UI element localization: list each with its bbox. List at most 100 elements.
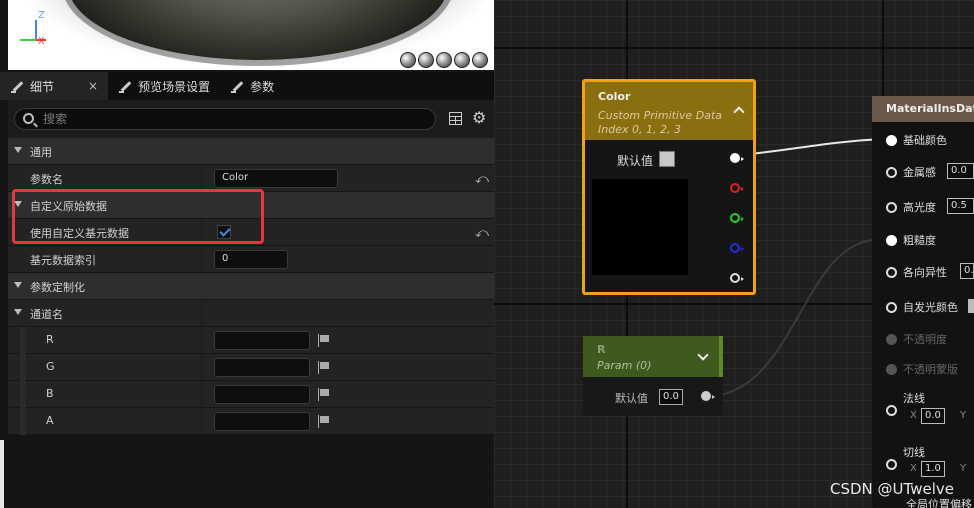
input-label: 高光度 — [903, 201, 936, 214]
channel-b-field[interactable] — [214, 385, 310, 404]
preview-plane-button[interactable] — [436, 52, 452, 68]
search-input[interactable] — [43, 111, 423, 127]
tab-parameters[interactable]: 参数 — [220, 72, 284, 100]
table-view-icon[interactable] — [449, 112, 462, 125]
input-pin[interactable] — [886, 234, 897, 246]
material-result-node[interactable]: MaterialInsData 基础颜色 金属感 0.0 高光度 0.5 粗糙度… — [872, 96, 974, 508]
input-pin[interactable] — [886, 458, 897, 470]
metallic-value-field[interactable]: 0.0 — [947, 163, 974, 179]
flag-icon[interactable] — [318, 415, 330, 428]
panel-tab-bar: 细节 × 预览场景设置 参数 — [0, 72, 494, 100]
column-divider[interactable] — [201, 165, 202, 192]
column-divider[interactable] — [201, 408, 202, 435]
input-normal[interactable]: 法线 — [886, 392, 925, 418]
indent-gutter — [20, 408, 26, 435]
param-name-field[interactable]: Color — [214, 169, 338, 188]
input-specular[interactable]: 高光度 — [886, 199, 936, 215]
reset-arrow-icon[interactable]: ⤺ — [475, 172, 489, 187]
primitive-index-field[interactable]: 0 — [214, 250, 288, 269]
node-subtitle-index: Index 0, 1, 2, 3 — [598, 123, 681, 136]
input-pin — [886, 363, 897, 375]
channel-r-field[interactable] — [214, 331, 310, 350]
tab-preview-label: 预览场景设置 — [138, 79, 211, 94]
column-divider[interactable] — [201, 327, 202, 354]
input-pin[interactable] — [886, 301, 897, 313]
color-parameter-node[interactable]: Color Custom Primitive Data Index 0, 1, … — [582, 79, 756, 295]
node-subtitle: Custom Primitive Data — [598, 109, 723, 122]
collapse-triangle-icon — [14, 282, 22, 288]
material-graph[interactable]: Color Custom Primitive Data Index 0, 1, … — [494, 0, 974, 508]
chevron-up-icon[interactable] — [733, 106, 745, 118]
input-opacity: 不透明度 — [886, 331, 947, 347]
input-pin — [886, 333, 897, 345]
search-icon — [23, 113, 34, 124]
search-row: ⚙ — [8, 100, 494, 138]
close-icon[interactable]: × — [88, 79, 98, 93]
input-pin[interactable] — [886, 266, 897, 278]
preview-cylinder-button[interactable] — [400, 52, 416, 68]
tab-details[interactable]: 细节 × — [0, 72, 109, 100]
search-box[interactable] — [14, 108, 436, 130]
anisotropy-value-field[interactable]: 0. — [960, 263, 974, 279]
output-pin-g[interactable] — [730, 213, 744, 223]
default-color-swatch[interactable] — [659, 151, 675, 167]
preview-sphere-button[interactable] — [418, 52, 434, 68]
output-pin[interactable] — [701, 391, 715, 401]
output-pin-r[interactable] — [730, 183, 744, 193]
pencil-icon — [230, 79, 244, 93]
output-pin-rgba[interactable] — [730, 153, 744, 163]
column-divider[interactable] — [201, 300, 202, 327]
tangent-x-field[interactable]: 1.0 — [921, 461, 945, 477]
indent-gutter — [20, 327, 26, 354]
preview-mesh-button[interactable] — [472, 52, 488, 68]
channel-names-row[interactable]: 通道名 — [8, 300, 494, 327]
category-param-customization[interactable]: 参数定制化 — [8, 273, 494, 300]
normal-x-field[interactable]: 0.0 — [921, 408, 945, 424]
input-metallic[interactable]: 金属感 — [886, 164, 936, 180]
output-pin-a[interactable] — [730, 273, 744, 283]
channel-row-b: B — [8, 381, 494, 408]
input-pin[interactable] — [886, 404, 897, 416]
column-divider[interactable] — [201, 246, 202, 273]
chevron-down-icon[interactable] — [697, 349, 709, 361]
output-pin-b[interactable] — [730, 243, 744, 253]
input-pin[interactable] — [886, 134, 897, 146]
gear-icon[interactable]: ⚙ — [472, 110, 488, 126]
column-divider[interactable] — [201, 354, 202, 381]
reset-arrow-icon[interactable]: ⤺ — [475, 226, 489, 241]
input-opacity-mask: 不透明蒙版 — [886, 361, 958, 377]
node-header[interactable]: Color Custom Primitive Data Index 0, 1, … — [585, 82, 753, 140]
flag-icon[interactable] — [318, 361, 330, 374]
flag-icon[interactable] — [318, 334, 330, 347]
tab-preview-scene-settings[interactable]: 预览场景设置 — [108, 72, 220, 100]
emissive-swatch[interactable] — [968, 299, 974, 313]
input-label: 切线 — [903, 446, 925, 459]
channel-g-field[interactable] — [214, 358, 310, 377]
input-pin[interactable] — [886, 166, 897, 178]
node-title: R — [597, 343, 606, 356]
channel-names-label: 通道名 — [30, 308, 63, 321]
column-divider[interactable] — [201, 381, 202, 408]
specular-value-field[interactable]: 0.5 — [947, 198, 974, 214]
node-title: Color — [598, 90, 631, 103]
node-header[interactable]: MaterialInsData — [872, 96, 974, 122]
channel-g-label: G — [46, 360, 55, 373]
scalar-parameter-node-r[interactable]: R Param (0) 默认值 0.0 — [583, 336, 723, 416]
category-general[interactable]: 通用 — [8, 138, 494, 165]
input-roughness[interactable]: 粗糙度 — [886, 232, 936, 248]
input-base-color[interactable]: 基础颜色 — [886, 132, 947, 148]
channel-a-field[interactable] — [214, 412, 310, 431]
input-emissive-color[interactable]: 自发光颜色 — [886, 299, 958, 315]
param-name-row: 参数名 Color ⤺ — [8, 165, 494, 192]
material-preview-viewport[interactable]: Z X — [8, 0, 494, 70]
input-label: 基础颜色 — [903, 134, 947, 147]
default-value-field[interactable]: 0.0 — [659, 389, 683, 405]
input-anisotropy[interactable]: 各向异性 — [886, 264, 947, 280]
preview-cube-button[interactable] — [454, 52, 470, 68]
node-header[interactable]: R Param (0) — [583, 336, 723, 377]
input-tangent[interactable]: 切线 — [886, 446, 925, 472]
flag-icon[interactable] — [318, 388, 330, 401]
preview-sphere — [68, 0, 448, 60]
input-pin[interactable] — [886, 201, 897, 213]
pencil-icon — [118, 79, 132, 93]
